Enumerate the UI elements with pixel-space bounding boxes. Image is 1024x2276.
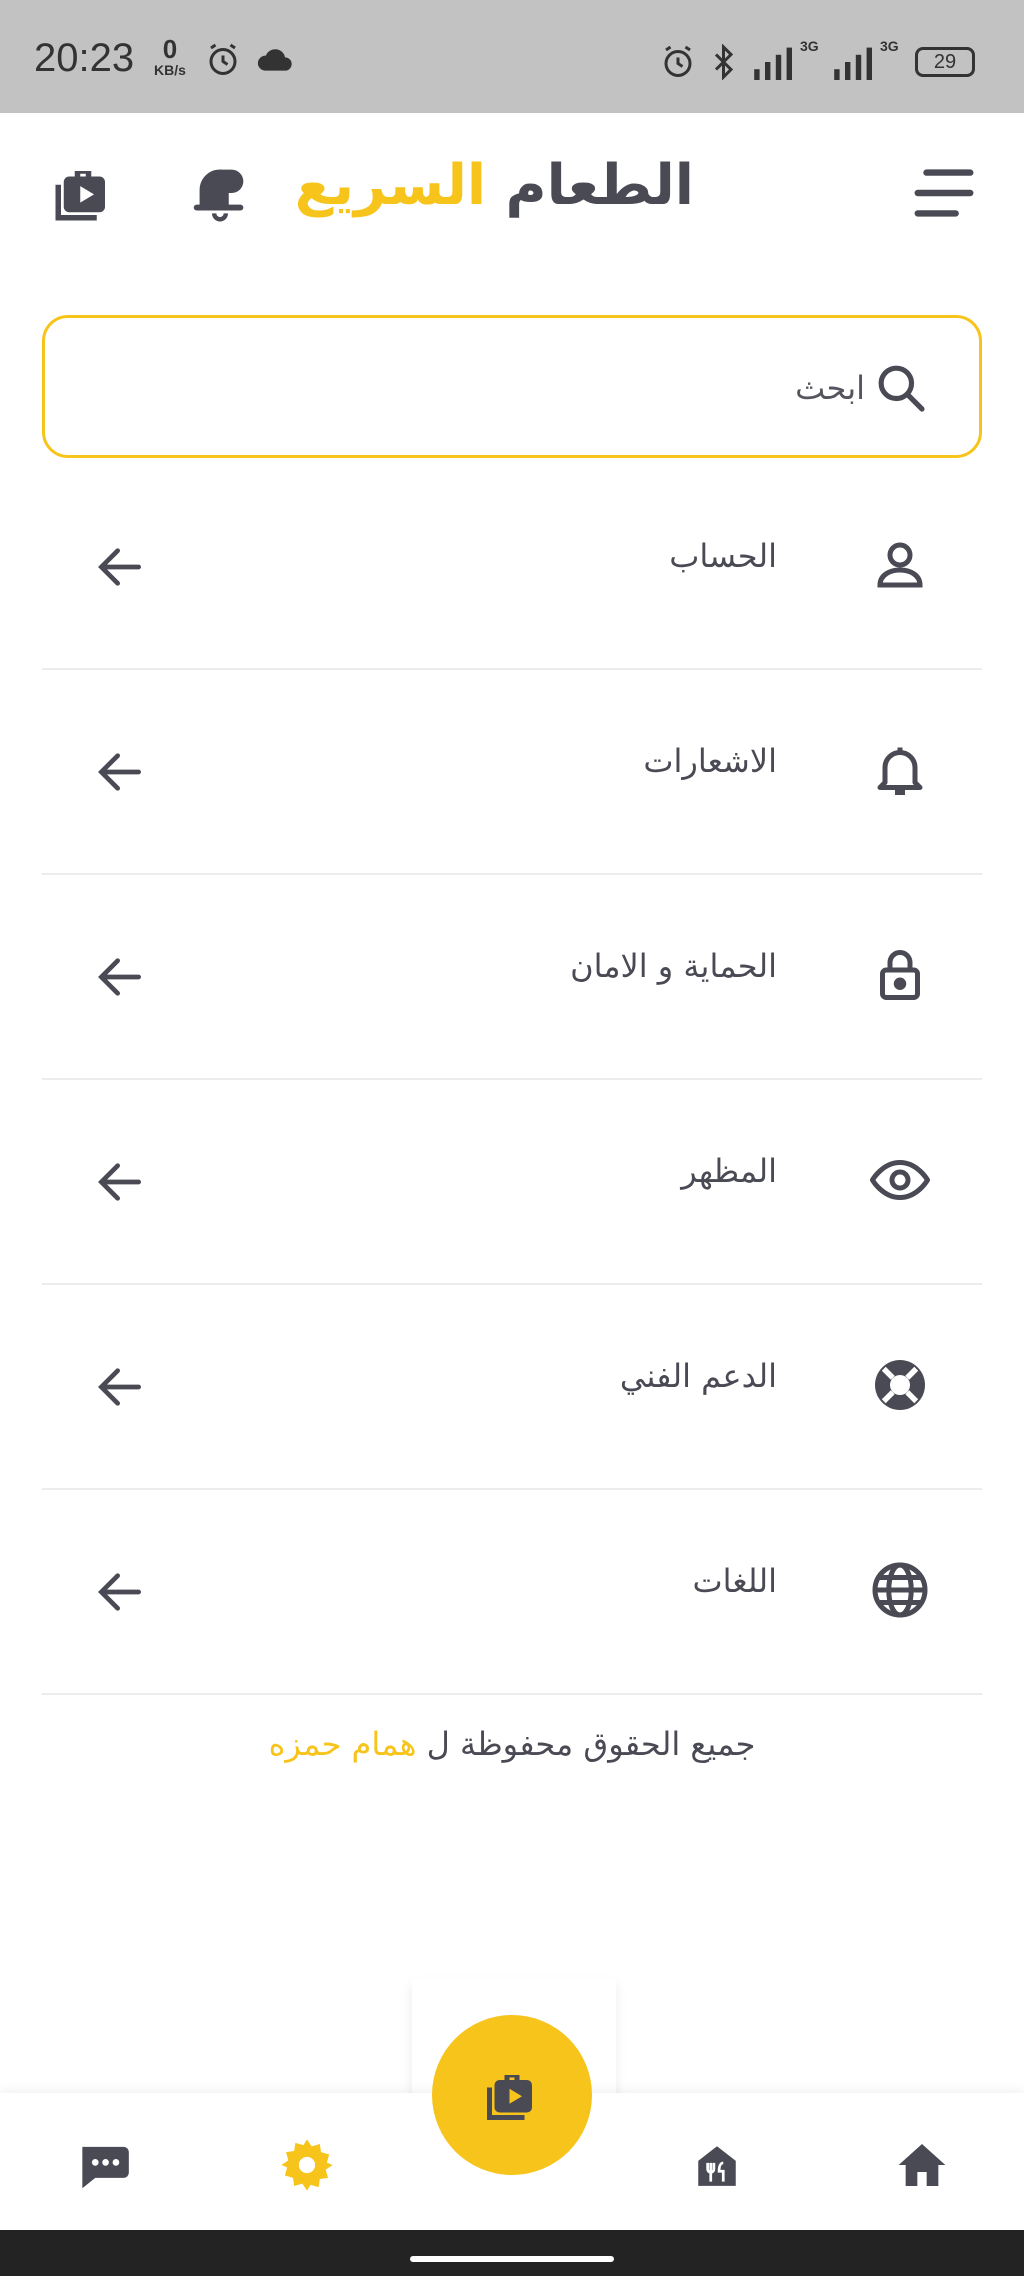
battery-icon: 29 [915, 47, 975, 77]
copyright-owner: همام حمزه [268, 1725, 417, 1763]
menu-item-label: المظهر [681, 1152, 777, 1190]
alarm-icon [664, 45, 692, 77]
menu-item-label: اللغات [692, 1562, 777, 1600]
lock-icon [880, 950, 920, 1000]
lifebuoy-icon [875, 1360, 925, 1410]
bluetooth-icon [714, 44, 734, 80]
nav-chat-button[interactable] [68, 2130, 138, 2200]
eye-icon [870, 1159, 930, 1201]
menu-item-account[interactable]: الحساب [42, 465, 982, 670]
nav-restaurant-button[interactable] [682, 2130, 752, 2200]
menu-button[interactable] [904, 153, 984, 233]
menu-item-label: الحساب [669, 537, 777, 575]
copyright-text: جميع الحقوق محفوظة ل [426, 1725, 756, 1763]
menu-item-support[interactable]: الدعم الفني [42, 1285, 982, 1490]
signal-icon [834, 47, 872, 80]
arrow-left-icon [98, 753, 142, 791]
app-title-part1: الطعام [505, 153, 694, 218]
settings-icon [281, 2139, 333, 2191]
bell-icon [193, 169, 244, 222]
app-title: الطعام السريع [295, 153, 694, 233]
search-icon[interactable] [873, 360, 929, 416]
chat-icon [82, 2146, 129, 2189]
shopping-bag-icon [55, 171, 105, 221]
nav-settings-button[interactable] [272, 2130, 342, 2200]
globe-icon [872, 1562, 928, 1618]
network-type: 3G [880, 38, 899, 54]
arrow-left-icon [98, 1368, 142, 1406]
status-time: 20:23 [34, 36, 135, 80]
arrow-left-icon [98, 548, 142, 586]
gesture-bar [0, 2230, 1024, 2276]
copyright-note: جميع الحقوق محفوظة ل همام حمزه [0, 1725, 1024, 1763]
status-bar: 20:23 0 KB/s 3G 3G 29 [0, 0, 1024, 113]
arrow-left-icon [98, 1163, 142, 1201]
nav-home-button[interactable] [887, 2130, 957, 2200]
home-icon [898, 2144, 946, 2186]
menu-item-label: الدعم الفني [619, 1357, 777, 1395]
menu-item-languages[interactable]: اللغات [42, 1490, 982, 1695]
net-speed-unit: KB/s [154, 62, 186, 78]
menu-item-label: الاشعارات [643, 742, 777, 780]
menu-item-security[interactable]: الحماية و الامان [42, 875, 982, 1080]
app-title-part2: السريع [294, 153, 487, 218]
signal-icon [754, 47, 792, 80]
hamburger-menu-icon [914, 169, 974, 217]
user-icon [877, 542, 923, 588]
menu-item-label: الحماية و الامان [570, 947, 777, 985]
menu-item-notifications[interactable]: الاشعارات [42, 670, 982, 875]
network-type: 3G [800, 38, 819, 54]
settings-menu: الحساب الاشعارات الحماية و الامان المظهر… [42, 465, 982, 1695]
alarm-icon [209, 43, 237, 75]
cloud-icon [257, 49, 292, 71]
notifications-button[interactable] [180, 153, 260, 233]
arrow-left-icon [98, 1573, 142, 1611]
arrow-left-icon [98, 958, 142, 996]
app-header: الطعام السريع [0, 113, 1024, 283]
search-input[interactable] [75, 348, 865, 428]
restaurant-icon [698, 2146, 736, 2186]
menu-item-appearance[interactable]: المظهر [42, 1080, 982, 1285]
search-box[interactable] [42, 315, 982, 458]
store-button[interactable] [43, 153, 123, 233]
shopping-bag-icon [487, 2075, 532, 2120]
net-speed-value: 0 [162, 34, 178, 64]
nav-store-fab[interactable] [432, 2015, 592, 2175]
gesture-handle[interactable] [410, 2256, 614, 2262]
bell-icon [877, 747, 923, 795]
net-speed: 0 KB/s [150, 36, 190, 78]
